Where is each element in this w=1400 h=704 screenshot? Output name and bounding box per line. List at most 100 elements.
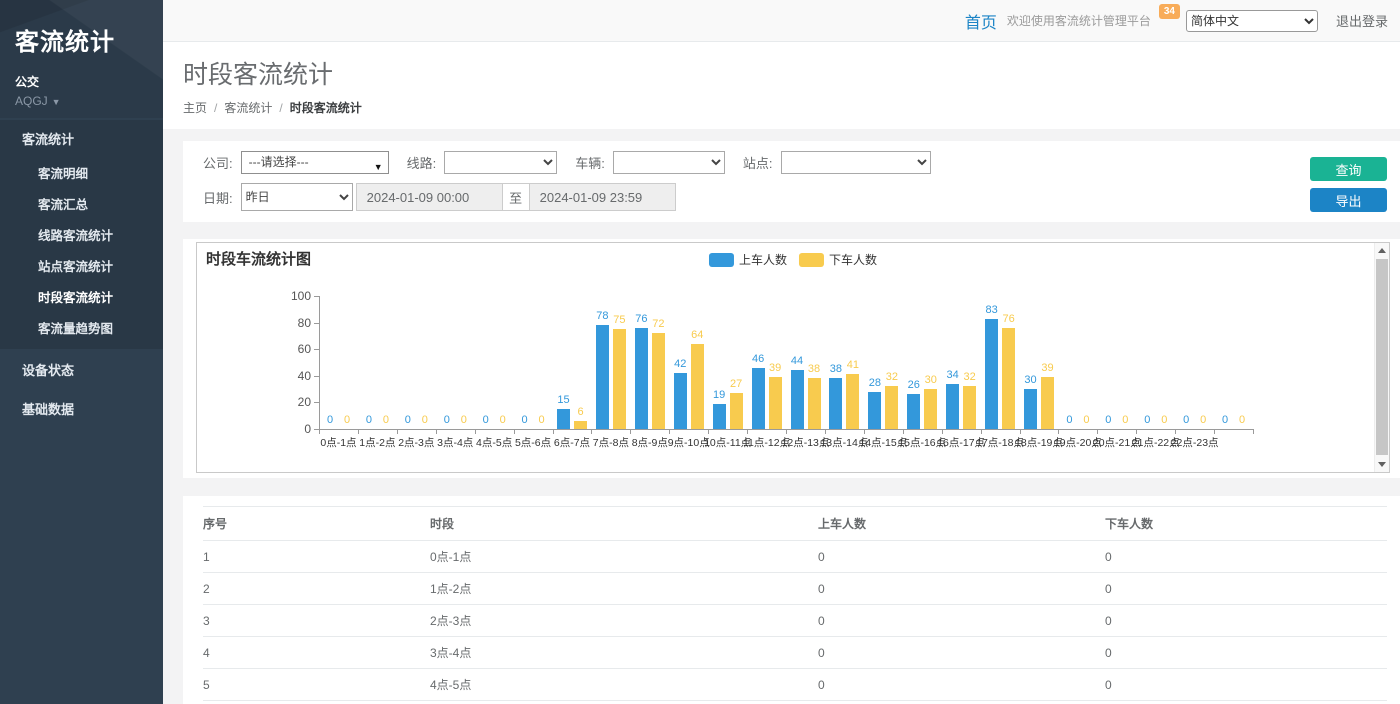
x-axis-tick: [358, 430, 359, 434]
bar-value-label: 38: [808, 363, 820, 375]
sidebar-item[interactable]: 客流明细: [0, 157, 163, 188]
chart-container: 时段车流统计图 上车人数下车人数 0204060801000点-1点1点-2点2…: [196, 242, 1390, 473]
x-axis-tick-label: 8点-9点: [632, 435, 668, 450]
user-menu[interactable]: AQGJ ▼: [15, 94, 149, 108]
x-axis-tick: [981, 430, 982, 434]
table-cell: 0点-1点: [430, 541, 818, 573]
user-name: AQGJ: [15, 94, 48, 108]
bar-value-label: 0: [444, 414, 450, 426]
x-axis-tick: [786, 430, 787, 434]
org-label: 公交: [15, 73, 149, 90]
sidebar-item[interactable]: 时段客流统计: [0, 281, 163, 312]
bar-value-label: 15: [557, 394, 569, 406]
station-select[interactable]: [781, 151, 931, 174]
chart-vertical-scrollbar[interactable]: [1374, 243, 1389, 472]
table-cell: 0: [818, 573, 1105, 605]
x-axis-tick: [514, 430, 515, 434]
table-cell: 0: [818, 637, 1105, 669]
table-cell: 3: [203, 605, 430, 637]
query-button[interactable]: 查询: [1310, 157, 1387, 181]
table-cell: 5点-6点: [430, 701, 818, 704]
caret-down-icon: ▼: [52, 97, 61, 107]
date-end-input[interactable]: [529, 183, 676, 211]
legend-item[interactable]: 下车人数: [799, 251, 877, 268]
sidebar-item[interactable]: 客流量趋势图: [0, 312, 163, 343]
page-heading: 时段客流统计 主页/客流统计/时段客流统计: [163, 42, 1400, 129]
bar-value-label: 0: [1083, 414, 1089, 426]
x-axis-tick: [1214, 430, 1215, 434]
logout-link[interactable]: 退出登录: [1336, 11, 1392, 30]
sidebar-item[interactable]: 站点客流统计: [0, 250, 163, 281]
y-axis-tick: [314, 349, 319, 350]
x-axis-tick: [903, 430, 904, 434]
home-link[interactable]: 首页: [965, 9, 997, 33]
chart-title: 时段车流统计图: [206, 248, 311, 269]
sidebar: 客流统计 公交 AQGJ ▼ 客流统计客流明细客流汇总线路客流统计站点客流统计时段…: [0, 0, 163, 704]
breadcrumb-item[interactable]: 客流统计: [224, 101, 272, 115]
language-select[interactable]: 简体中文: [1186, 10, 1318, 32]
x-axis-tick-label: 1点-2点: [359, 435, 395, 450]
sidebar-section: 基础数据: [0, 390, 163, 427]
legend-item[interactable]: 上车人数: [709, 251, 787, 268]
vehicle-label: 车辆:: [575, 153, 605, 172]
export-button[interactable]: 导出: [1310, 188, 1387, 212]
table-cell: 0: [1105, 541, 1387, 573]
x-axis-tick: [825, 430, 826, 434]
sidebar-item[interactable]: 线路客流统计: [0, 219, 163, 250]
bar-value-label: 32: [964, 371, 976, 383]
sidebar-item[interactable]: 客流汇总: [0, 188, 163, 219]
bar-value-label: 0: [1066, 414, 1072, 426]
table-cell: 0: [1105, 669, 1387, 701]
bar-value-label: 0: [422, 414, 428, 426]
bar: [808, 378, 821, 429]
table-cell: 0: [818, 669, 1105, 701]
scrollbar-down-arrow-icon[interactable]: [1375, 457, 1389, 472]
y-axis-tick-label: 20: [281, 395, 311, 409]
y-axis-tick: [314, 376, 319, 377]
y-axis-tick: [314, 402, 319, 403]
bar-value-label: 76: [635, 313, 647, 325]
y-axis-tick: [314, 296, 319, 297]
bar-value-label: 0: [1200, 414, 1206, 426]
table-cell: 0: [1105, 637, 1387, 669]
bar-value-label: 32: [886, 371, 898, 383]
bar: [613, 329, 626, 429]
date-preset-select[interactable]: 昨日: [241, 183, 353, 211]
bar: [574, 421, 587, 429]
sidebar-section-label[interactable]: 基础数据: [0, 390, 163, 427]
x-axis-tick: [436, 430, 437, 434]
bar: [769, 377, 782, 429]
bar: [1041, 377, 1054, 429]
scrollbar-up-arrow-icon[interactable]: [1375, 243, 1389, 258]
bar: [596, 325, 609, 429]
y-axis-tick-label: 60: [281, 342, 311, 356]
vehicle-select[interactable]: [613, 151, 725, 174]
bar-value-label: 0: [344, 414, 350, 426]
sidebar-section-label[interactable]: 设备状态: [0, 351, 163, 388]
table-column-header: 序号: [203, 507, 430, 541]
bar: [963, 386, 976, 429]
x-axis-tick: [319, 430, 320, 434]
x-axis-tick: [475, 430, 476, 434]
bar: [885, 386, 898, 429]
bar-value-label: 27: [730, 378, 742, 390]
date-start-input[interactable]: [356, 183, 503, 211]
x-axis-tick: [397, 430, 398, 434]
side-nav: 客流统计客流明细客流汇总线路客流统计站点客流统计时段客流统计客流量趋势图设备状态…: [0, 120, 163, 427]
x-axis-tick: [708, 430, 709, 434]
bar-value-label: 72: [652, 318, 664, 330]
company-select[interactable]: ---请选择--- ▼: [241, 151, 389, 174]
sidebar-section-label[interactable]: 客流统计: [0, 120, 163, 157]
table-cell: 4点-5点: [430, 669, 818, 701]
page-title: 时段客流统计: [183, 55, 1400, 91]
line-select[interactable]: [444, 151, 557, 174]
scrollbar-thumb[interactable]: [1376, 259, 1388, 455]
bar-value-label: 39: [1041, 362, 1053, 374]
table-cell: 6: [203, 701, 430, 704]
breadcrumb-item[interactable]: 主页: [183, 101, 207, 115]
company-label: 公司:: [203, 153, 233, 172]
bar: [985, 319, 998, 429]
bar-value-label: 6: [577, 406, 583, 418]
bar-value-label: 0: [1222, 414, 1228, 426]
x-axis-tick: [1097, 430, 1098, 434]
